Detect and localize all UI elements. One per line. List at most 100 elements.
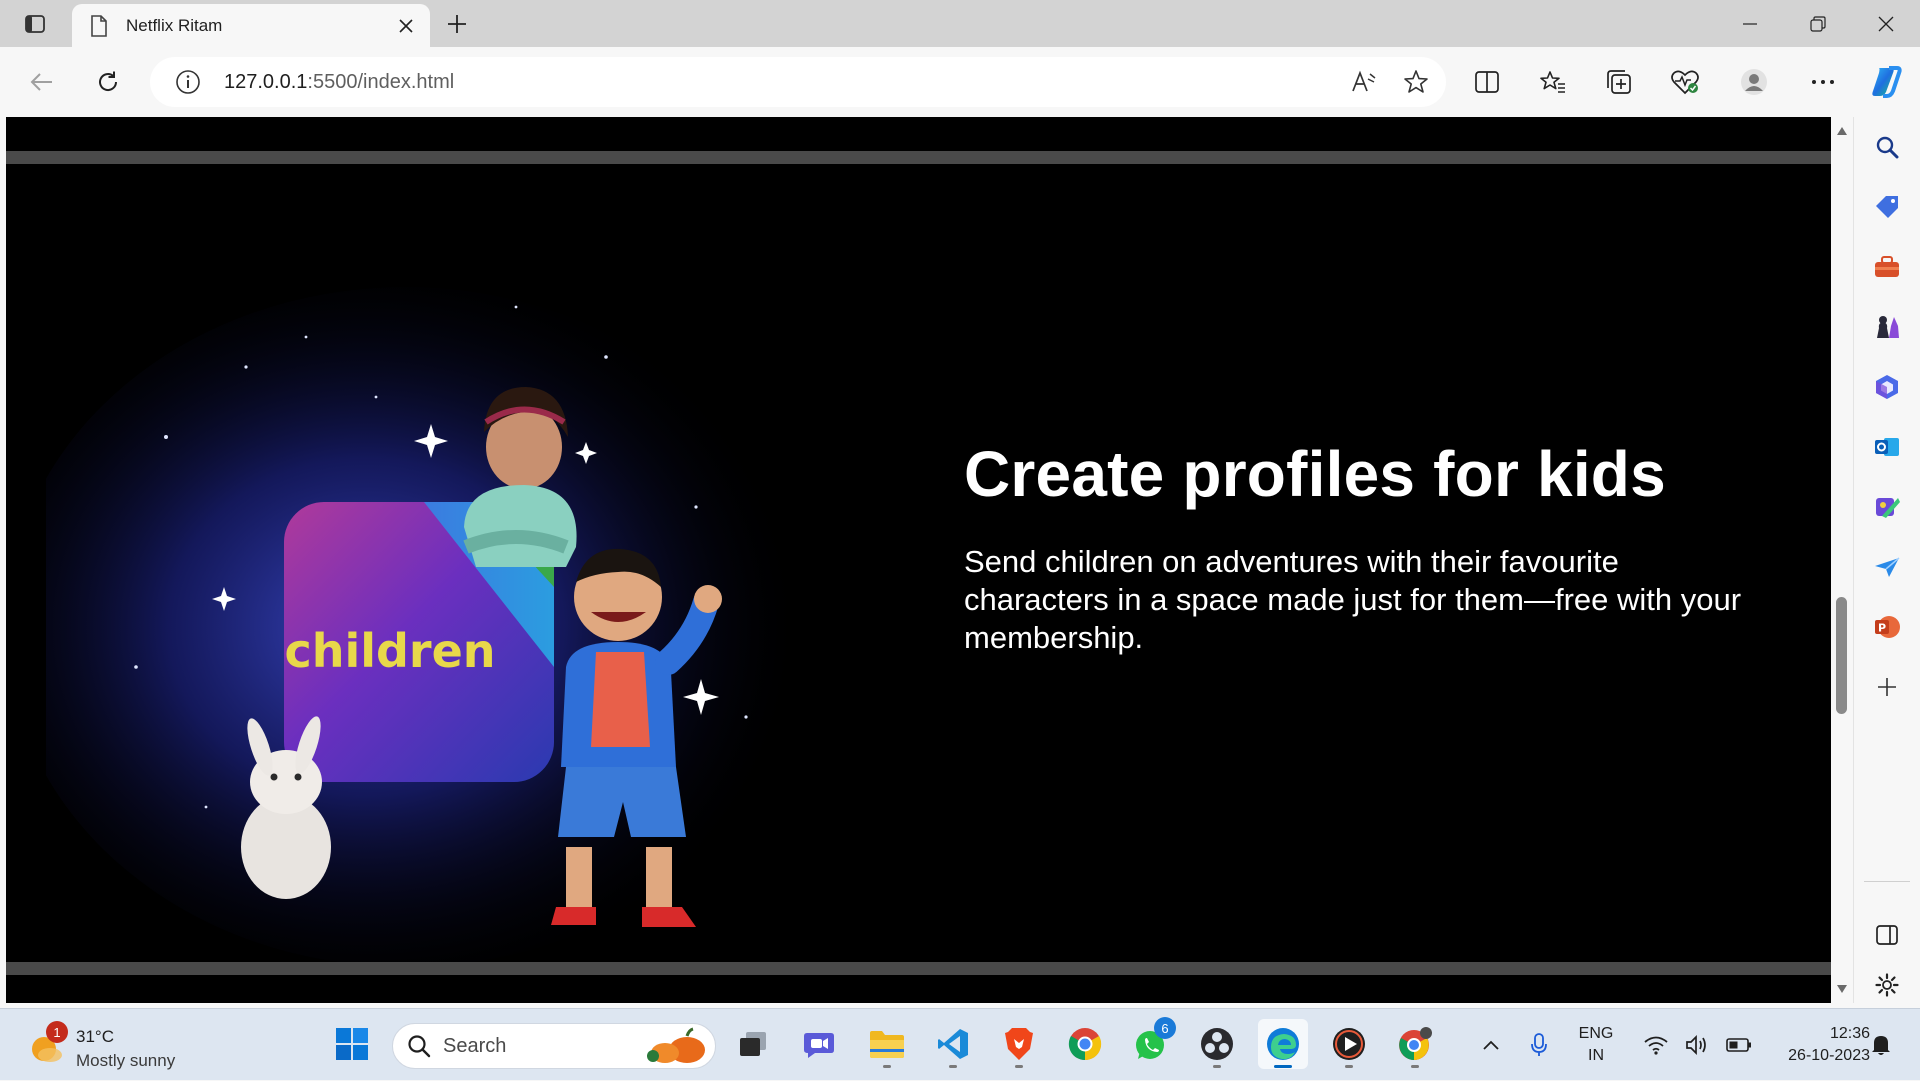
chrome-app[interactable] [1060, 1019, 1110, 1069]
url-path: :5500/index.html [307, 70, 455, 93]
address-bar[interactable]: 127.0.0.1:5500/index.html [150, 57, 1446, 107]
taskbar-search[interactable]: Search [392, 1023, 716, 1069]
tab-actions-icon [25, 15, 45, 33]
favorite-button[interactable] [1394, 60, 1438, 104]
page-scrollbar[interactable] [1831, 117, 1853, 1003]
browser-essentials-button[interactable] [1663, 60, 1707, 104]
restore-button[interactable] [1784, 0, 1852, 47]
settings-more-button[interactable] [1801, 60, 1845, 104]
tools-icon [1875, 256, 1899, 277]
sidebar-games[interactable] [1865, 305, 1909, 349]
sidebar-add[interactable] [1865, 665, 1909, 709]
weather-widget[interactable]: 1 31°C Mostly sunny [26, 1019, 206, 1071]
section-divider-top [6, 151, 1831, 164]
sidebar-powerpoint[interactable]: P [1865, 605, 1909, 649]
active-tab[interactable]: Netflix Ritam [72, 4, 430, 47]
chrome-profile-app[interactable] [1390, 1019, 1440, 1069]
tab-actions-button[interactable] [14, 8, 56, 40]
scroll-up-icon[interactable] [1836, 125, 1848, 137]
page-icon [91, 14, 107, 37]
start-button[interactable] [327, 1019, 377, 1069]
sidebar-settings-button[interactable] [1865, 963, 1909, 1007]
vscode-app[interactable] [928, 1019, 978, 1069]
copilot-icon [1872, 66, 1902, 98]
plus-icon [448, 15, 466, 33]
tab-title: Netflix Ritam [126, 15, 223, 35]
brave-browser-app[interactable] [994, 1019, 1044, 1069]
language-region: IN [1588, 1047, 1604, 1064]
brave-lion-icon [1005, 1028, 1033, 1060]
minimize-button[interactable] [1716, 0, 1784, 47]
volume-icon [1686, 1034, 1706, 1056]
microphone-icon [1531, 1033, 1547, 1056]
search-icon [408, 1035, 431, 1058]
whatsapp-app[interactable]: 6 [1126, 1017, 1176, 1069]
read-aloud-button[interactable] [1342, 60, 1386, 104]
split-screen-button[interactable] [1465, 60, 1509, 104]
teams-chat-app[interactable] [794, 1019, 844, 1069]
notifications-button[interactable] [1864, 1009, 1898, 1081]
input-language-button[interactable]: ENG IN [1568, 1023, 1624, 1067]
scroll-thumb[interactable] [1836, 597, 1847, 714]
file-explorer-app[interactable] [862, 1019, 912, 1069]
hero-title: Create profiles for kids [964, 438, 1666, 510]
sidebar-shopping[interactable] [1865, 185, 1909, 229]
edge-app[interactable] [1258, 1019, 1308, 1069]
microphone-button[interactable] [1522, 1009, 1556, 1081]
chrome-profile-icon [1399, 1027, 1432, 1060]
site-info-icon[interactable] [174, 68, 202, 96]
battery-icon [1725, 1038, 1751, 1052]
split-screen-icon [1475, 71, 1499, 93]
collections-button[interactable] [1597, 60, 1641, 104]
scroll-down-icon[interactable] [1836, 983, 1848, 995]
pumpkin-highlight-icon [647, 1027, 705, 1063]
read-aloud-icon [1352, 70, 1376, 92]
task-view-button[interactable] [728, 1019, 778, 1069]
powerpoint-icon: P [1875, 616, 1900, 638]
restore-icon [1810, 15, 1826, 32]
chevron-up-icon [1483, 1040, 1499, 1050]
quick-settings-button[interactable] [1636, 1009, 1760, 1081]
refresh-button[interactable] [86, 60, 130, 104]
show-hidden-icons-button[interactable] [1474, 1009, 1508, 1081]
wifi-icon [1644, 1036, 1668, 1055]
search-label: Search [443, 1034, 507, 1057]
section-divider-bottom [6, 962, 1831, 975]
windows-logo-icon [336, 1028, 368, 1060]
teams-icon [804, 1033, 834, 1058]
browser-toolbar: 127.0.0.1:5500/index.html [0, 47, 1920, 117]
sidebar-toggle-button[interactable] [1865, 913, 1909, 957]
panel-icon [1876, 925, 1898, 945]
sidebar-designer[interactable] [1865, 485, 1909, 529]
clock-button[interactable]: 12:36 26-10-2023 [1750, 1023, 1870, 1067]
sidebar-send[interactable] [1865, 545, 1909, 589]
star-icon [1404, 70, 1428, 93]
back-arrow-icon [30, 73, 52, 91]
close-icon [1878, 16, 1894, 31]
new-tab-button[interactable] [440, 8, 474, 40]
sidebar-tools[interactable] [1865, 245, 1909, 289]
favorites-button[interactable] [1531, 60, 1575, 104]
vscode-icon [938, 1029, 968, 1059]
title-bar: Netflix Ritam [0, 0, 1920, 47]
url-host: 127.0.0.1 [224, 70, 308, 93]
minimize-icon [1743, 22, 1757, 25]
edge-sidebar: P [1853, 117, 1920, 1003]
back-button[interactable] [20, 60, 64, 104]
close-icon [399, 18, 413, 33]
sidebar-search[interactable] [1865, 125, 1909, 169]
favorites-icon [1540, 71, 1565, 93]
profile-button[interactable] [1732, 60, 1776, 104]
sidebar-microsoft365[interactable] [1865, 365, 1909, 409]
sidebar-outlook[interactable] [1865, 425, 1909, 469]
shopping-tag-icon [1876, 196, 1898, 218]
close-window-button[interactable] [1852, 0, 1920, 47]
obs-app[interactable] [1192, 1019, 1242, 1069]
copilot-button[interactable] [1864, 60, 1908, 104]
clock-time: 12:36 [1829, 1025, 1870, 1042]
outlook-icon [1875, 438, 1899, 456]
url-text[interactable]: 127.0.0.1:5500/index.html [224, 71, 1342, 94]
close-tab-button[interactable] [394, 14, 418, 38]
running-indicator [1345, 1065, 1353, 1068]
media-player-app[interactable] [1324, 1019, 1374, 1069]
